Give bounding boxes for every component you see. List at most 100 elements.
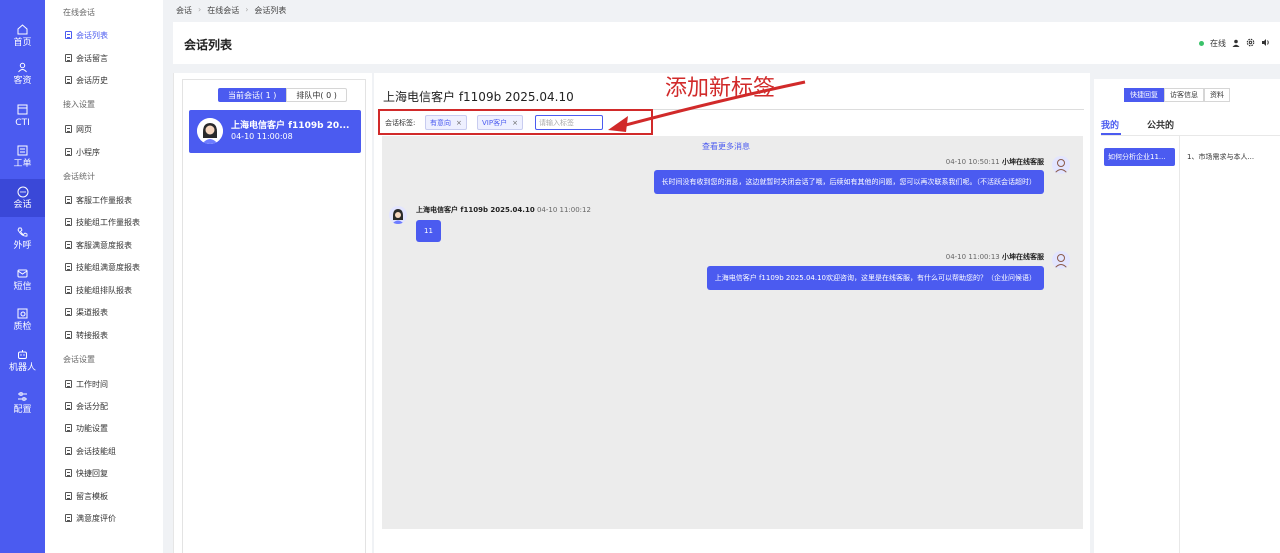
rail-label: 外呼 [13, 240, 32, 251]
menu-item-session-history[interactable]: 会话历史 [65, 73, 108, 87]
rail-label: 会话 [13, 199, 32, 210]
document-icon [65, 402, 72, 410]
message-time: 04-10 10:50:11 [945, 158, 1000, 166]
rail-label: 配置 [13, 404, 32, 415]
breadcrumb-item: 会话列表 [254, 6, 287, 15]
session-card[interactable]: 上海电信客户 f1109b 20... 04-10 11:00:08 [189, 110, 361, 153]
menu-item-skill-group[interactable]: 会话技能组 [65, 444, 116, 458]
rail-item-cti[interactable]: CTI [0, 97, 45, 135]
menu-item-web[interactable]: 网页 [65, 122, 92, 136]
cti-icon [17, 104, 29, 116]
document-icon [65, 148, 72, 156]
settings-icon [17, 391, 29, 403]
menu-item-label: 客服满意度报表 [76, 240, 132, 250]
menu-item-satisfaction[interactable]: 满意度评价 [65, 511, 116, 525]
menu-item-label: 工作时间 [76, 379, 108, 389]
quick-reply-category[interactable]: 如何分析企业11... [1104, 148, 1175, 166]
rail-item-outbound[interactable]: 外呼 [0, 220, 45, 258]
rail-label: CTI [15, 117, 30, 128]
tab-materials[interactable]: 资料 [1204, 88, 1230, 102]
rail-item-home[interactable]: 首页 [0, 17, 45, 55]
status-text[interactable]: 在线 [1210, 38, 1226, 49]
rail-item-inspect[interactable]: 质检 [0, 301, 45, 339]
menu-item-label: 会话列表 [76, 30, 108, 40]
rail-item-chat[interactable]: 会话 [0, 179, 45, 217]
menu-item-label: 技能组排队报表 [76, 285, 132, 295]
breadcrumb-item[interactable]: 会话 [176, 5, 192, 16]
menu-item-channel[interactable]: 渠道报表 [65, 305, 108, 319]
message-meta: 04-10 11:00:13 小坤在线客服 [946, 252, 1044, 262]
menu-item-group-work[interactable]: 技能组工作量报表 [65, 215, 140, 229]
chevron-right-icon: › [198, 5, 202, 14]
document-icon [65, 424, 72, 432]
chat-panel: 上海电信客户 f1109b 2025.04.10 会话标签: 有意向 × VIP客… [374, 73, 1090, 553]
quick-reply-item[interactable]: 1、市场需求与本人... [1187, 152, 1254, 162]
document-icon [65, 31, 72, 39]
message-bubble: 上海电信客户 f1109b 2025.04.10欢迎咨询，这里是在线客服，有什么… [706, 266, 1044, 290]
subtab-public[interactable]: 公共的 [1147, 118, 1174, 131]
menu-item-work-time[interactable]: 工作时间 [65, 377, 108, 391]
gear-icon[interactable] [1246, 38, 1255, 49]
menu-item-allocation[interactable]: 会话分配 [65, 399, 108, 413]
subtab-mine[interactable]: 我的 [1101, 118, 1119, 131]
menu-item-label: 快捷回复 [76, 468, 108, 478]
document-icon [65, 196, 72, 204]
speaker-icon[interactable] [1261, 38, 1270, 49]
menu-item-label: 技能组工作量报表 [76, 217, 140, 227]
rail-item-ticket[interactable]: 工单 [0, 138, 45, 176]
rail-label: 短信 [13, 281, 32, 292]
menu-item-session-leave[interactable]: 会话留言 [65, 51, 108, 65]
menu-item-transfer[interactable]: 转接报表 [65, 328, 108, 342]
document-icon [65, 469, 72, 477]
menu-item-session-list[interactable]: 会话列表 [65, 28, 108, 42]
tab-current-sessions[interactable]: 当前会话( 1 ) [218, 88, 287, 102]
message-sender: 上海电信客户 f1109b 2025.04.10 [416, 206, 535, 214]
session-list: 当前会话( 1 ) 排队中( 0 ) 上海电信客户 f1109b 20... 0… [182, 79, 366, 553]
menu-item-quick-reply[interactable]: 快捷回复 [65, 466, 108, 480]
customer-avatar [197, 118, 223, 144]
document-icon [65, 331, 72, 339]
page-title: 会话列表 [184, 38, 233, 52]
user-icon[interactable] [1232, 39, 1240, 49]
message-meta: 上海电信客户 f1109b 2025.04.10 04-10 11:00:12 [416, 205, 591, 215]
menu-group-stats: 会话统计 [63, 172, 95, 181]
menu-group-online: 在线会话 [63, 8, 95, 17]
menu-item-label: 留言模板 [76, 491, 108, 501]
tag-chip[interactable]: VIP客户 × [477, 115, 523, 130]
tag-chip[interactable]: 有意向 × [425, 115, 467, 130]
close-icon[interactable]: × [512, 119, 518, 127]
menu-item-agent-satisfaction[interactable]: 客服满意度报表 [65, 238, 132, 252]
rail-item-customers[interactable]: 客资 [0, 55, 45, 93]
document-icon [65, 76, 72, 84]
rail-item-robot[interactable]: 机器人 [0, 342, 45, 380]
menu-item-label: 渠道报表 [76, 307, 108, 317]
menu-item-miniapp[interactable]: 小程序 [65, 145, 100, 159]
rail-item-settings[interactable]: 配置 [0, 384, 45, 422]
sms-icon [17, 268, 29, 280]
message-meta: 04-10 10:50:11 小坤在线客服 [946, 157, 1044, 167]
menu-item-leave-template[interactable]: 留言模板 [65, 489, 108, 503]
menu-item-label: 功能设置 [76, 423, 108, 433]
load-more-link[interactable]: 查看更多消息 [702, 141, 750, 152]
menu-item-agent-work[interactable]: 客服工作量报表 [65, 193, 132, 207]
right-panel: 快捷回复 访客信息 资料 我的 公共的 如何分析企业11... 1、市场需求与本… [1094, 79, 1280, 553]
rail-item-sms[interactable]: 短信 [0, 261, 45, 299]
session-tabs: 当前会话( 1 ) 排队中( 0 ) [218, 88, 347, 102]
right-tabs: 快捷回复 访客信息 资料 [1124, 88, 1230, 102]
chat-title: 上海电信客户 f1109b 2025.04.10 [383, 90, 574, 104]
agent-avatar [1052, 251, 1070, 269]
tab-queue[interactable]: 排队中( 0 ) [286, 88, 347, 102]
document-icon [65, 447, 72, 455]
document-icon [65, 54, 72, 62]
menu-item-features[interactable]: 功能设置 [65, 421, 108, 435]
menu-item-group-satisfaction[interactable]: 技能组满意度报表 [65, 260, 140, 274]
close-icon[interactable]: × [456, 119, 462, 127]
menu-item-group-queue[interactable]: 技能组排队报表 [65, 283, 132, 297]
message-time: 04-10 11:00:12 [536, 206, 591, 214]
breadcrumb-item[interactable]: 在线会话 [207, 5, 239, 16]
tab-quick-reply[interactable]: 快捷回复 [1124, 88, 1164, 102]
document-icon [65, 125, 72, 133]
tab-visitor-info[interactable]: 访客信息 [1164, 88, 1204, 102]
document-icon [65, 492, 72, 500]
tag-input[interactable] [535, 115, 603, 130]
